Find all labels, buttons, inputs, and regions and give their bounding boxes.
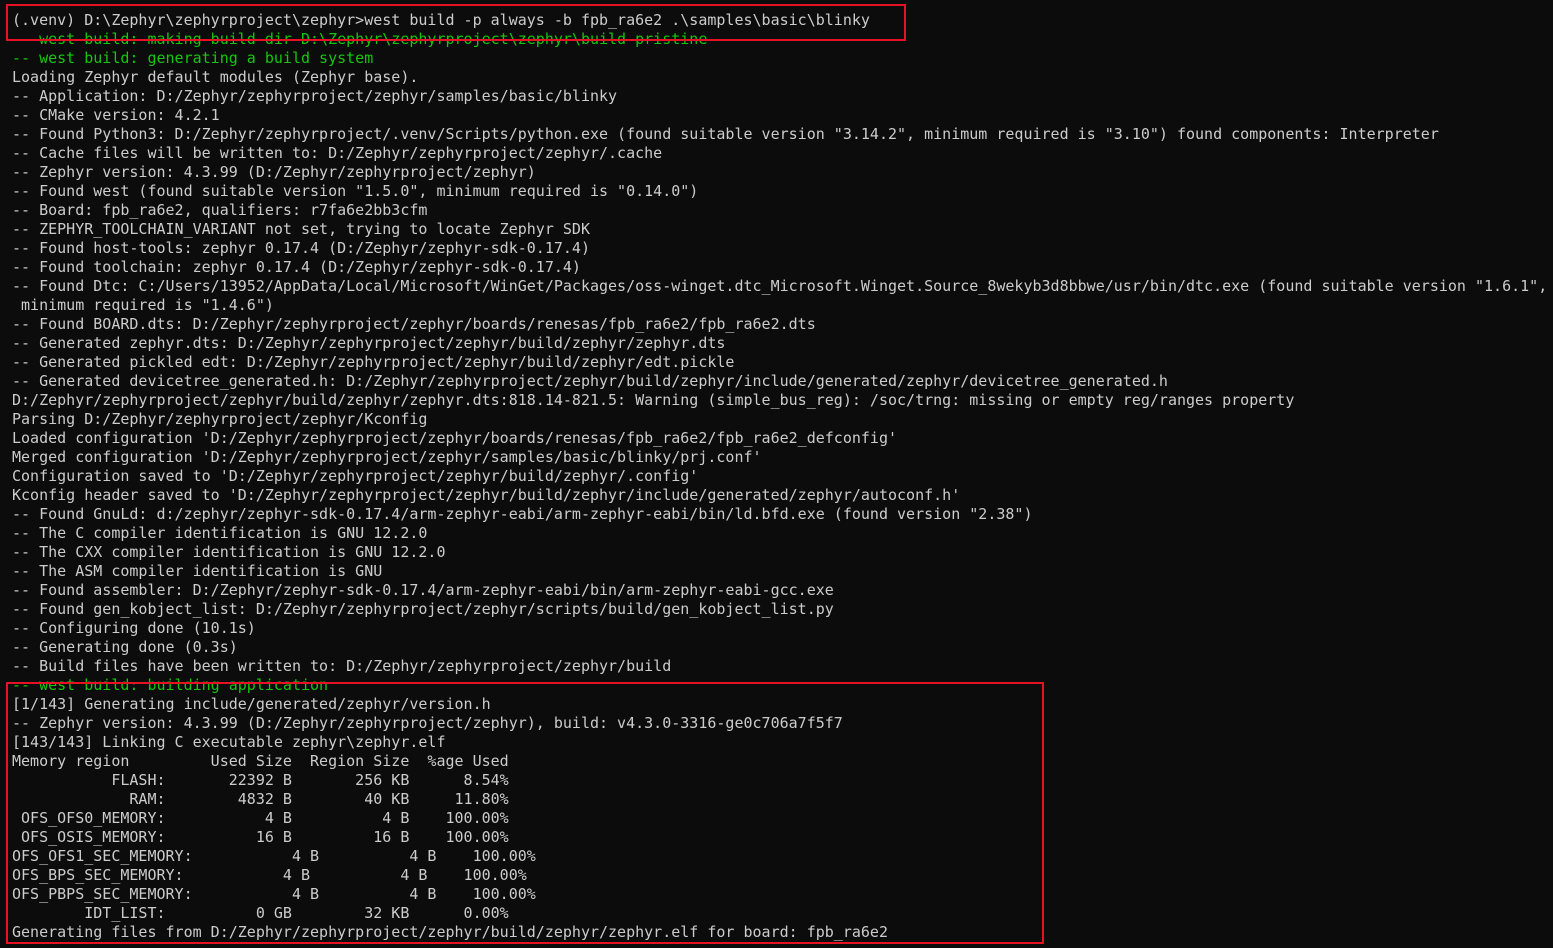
terminal-line: -- west build: generating a build system [12, 49, 374, 67]
terminal-line: RAM: 4832 B 40 KB 11.80% [12, 790, 509, 808]
terminal-line: -- Found BOARD.dts: D:/Zephyr/zephyrproj… [12, 315, 816, 333]
terminal-line: IDT_LIST: 0 GB 32 KB 0.00% [12, 904, 509, 922]
terminal-line: Parsing D:/Zephyr/zephyrproject/zephyr/K… [12, 410, 428, 428]
terminal-line: D:/Zephyr/zephyrproject/zephyr/build/zep… [12, 391, 1295, 409]
terminal-line: -- Found GnuLd: d:/zephyr/zephyr-sdk-0.1… [12, 505, 1033, 523]
terminal-line: OFS_OSIS_MEMORY: 16 B 16 B 100.00% [12, 828, 509, 846]
terminal-window[interactable]: (.venv) D:\Zephyr\zephyrproject\zephyr>w… [0, 0, 1553, 948]
terminal-line: -- Found assembler: D:/Zephyr/zephyr-sdk… [12, 581, 834, 599]
terminal-line: -- ZEPHYR_TOOLCHAIN_VARIANT not set, try… [12, 220, 590, 238]
terminal-line: -- Generated devicetree_generated.h: D:/… [12, 372, 1168, 390]
terminal-output: (.venv) D:\Zephyr\zephyrproject\zephyr>w… [12, 11, 1549, 942]
terminal-line: OFS_BPS_SEC_MEMORY: 4 B 4 B 100.00% [12, 866, 527, 884]
terminal-line: -- Zephyr version: 4.3.99 (D:/Zephyr/zep… [12, 163, 536, 181]
terminal-line: -- Board: fpb_ra6e2, qualifiers: r7fa6e2… [12, 201, 428, 219]
terminal-line: -- west build: making build dir D:\Zephy… [12, 30, 708, 48]
terminal-line: OFS_OFS1_SEC_MEMORY: 4 B 4 B 100.00% [12, 847, 536, 865]
terminal-line: -- CMake version: 4.2.1 [12, 106, 220, 124]
terminal-line: minimum required is "1.4.6") [12, 296, 274, 314]
terminal-line: [1/143] Generating include/generated/zep… [12, 695, 491, 713]
terminal-line: Loading Zephyr default modules (Zephyr b… [12, 68, 419, 86]
terminal-line: (.venv) D:\Zephyr\zephyrproject\zephyr>w… [12, 11, 870, 29]
terminal-line: -- west build: building application [12, 676, 329, 694]
terminal-line: -- Generated pickled edt: D:/Zephyr/zeph… [12, 353, 735, 371]
scrollbar[interactable] [1549, 0, 1553, 948]
terminal-line: OFS_PBPS_SEC_MEMORY: 4 B 4 B 100.00% [12, 885, 536, 903]
terminal-line: -- Found west (found suitable version "1… [12, 182, 699, 200]
terminal-line: -- The CXX compiler identification is GN… [12, 543, 446, 561]
terminal-line: OFS_OFS0_MEMORY: 4 B 4 B 100.00% [12, 809, 509, 827]
terminal-line: -- Found toolchain: zephyr 0.17.4 (D:/Ze… [12, 258, 581, 276]
terminal-line: -- Zephyr version: 4.3.99 (D:/Zephyr/zep… [12, 714, 843, 732]
terminal-line: -- Found Python3: D:/Zephyr/zephyrprojec… [12, 125, 1439, 143]
terminal-line: -- Application: D:/Zephyr/zephyrproject/… [12, 87, 618, 105]
terminal-line: FLASH: 22392 B 256 KB 8.54% [12, 771, 509, 789]
terminal-line: -- Cache files will be written to: D:/Ze… [12, 144, 663, 162]
terminal-line: -- Build files have been written to: D:/… [12, 657, 672, 675]
terminal-line: -- Found Dtc: C:/Users/13952/AppData/Loc… [12, 277, 1548, 295]
terminal-line: -- The ASM compiler identification is GN… [12, 562, 383, 580]
terminal-line: -- The C compiler identification is GNU … [12, 524, 428, 542]
terminal-line: -- Generating done (0.3s) [12, 638, 238, 656]
terminal-line: -- Generated zephyr.dts: D:/Zephyr/zephy… [12, 334, 726, 352]
terminal-line: [143/143] Linking C executable zephyr\ze… [12, 733, 446, 751]
terminal-line: Loaded configuration 'D:/Zephyr/zephyrpr… [12, 429, 898, 447]
terminal-line: Configuration saved to 'D:/Zephyr/zephyr… [12, 467, 699, 485]
terminal-line: -- Found gen_kobject_list: D:/Zephyr/zep… [12, 600, 834, 618]
terminal-line: -- Found host-tools: zephyr 0.17.4 (D:/Z… [12, 239, 590, 257]
terminal-line: Kconfig header saved to 'D:/Zephyr/zephy… [12, 486, 961, 504]
terminal-line: Merged configuration 'D:/Zephyr/zephyrpr… [12, 448, 762, 466]
terminal-line: Memory region Used Size Region Size %age… [12, 752, 509, 770]
terminal-line: Generating files from D:/Zephyr/zephyrpr… [12, 923, 888, 941]
terminal-line: -- Configuring done (10.1s) [12, 619, 256, 637]
